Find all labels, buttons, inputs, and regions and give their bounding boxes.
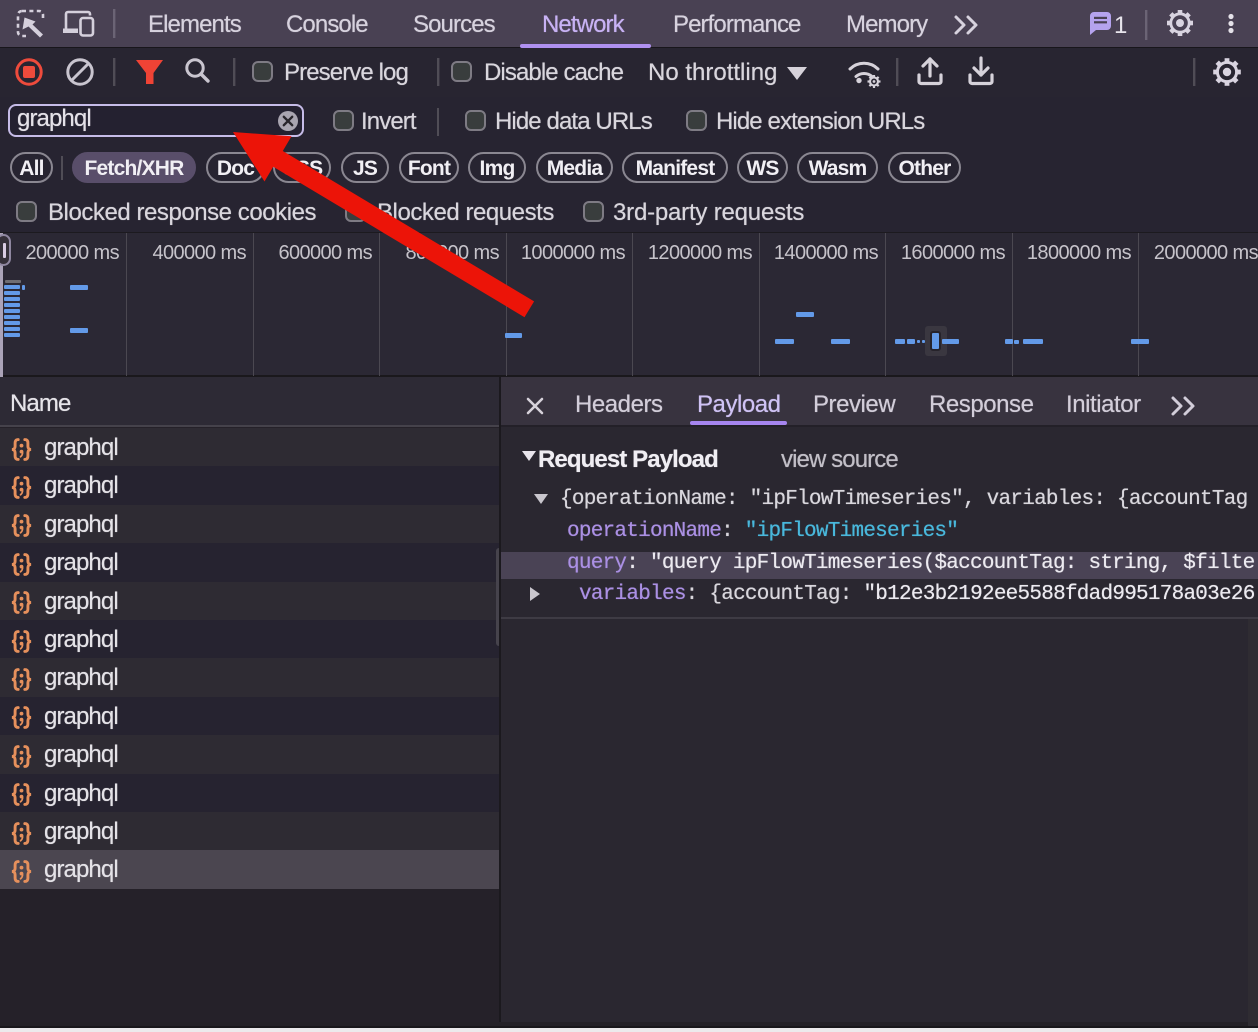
svg-text:1: 1	[1114, 12, 1127, 39]
